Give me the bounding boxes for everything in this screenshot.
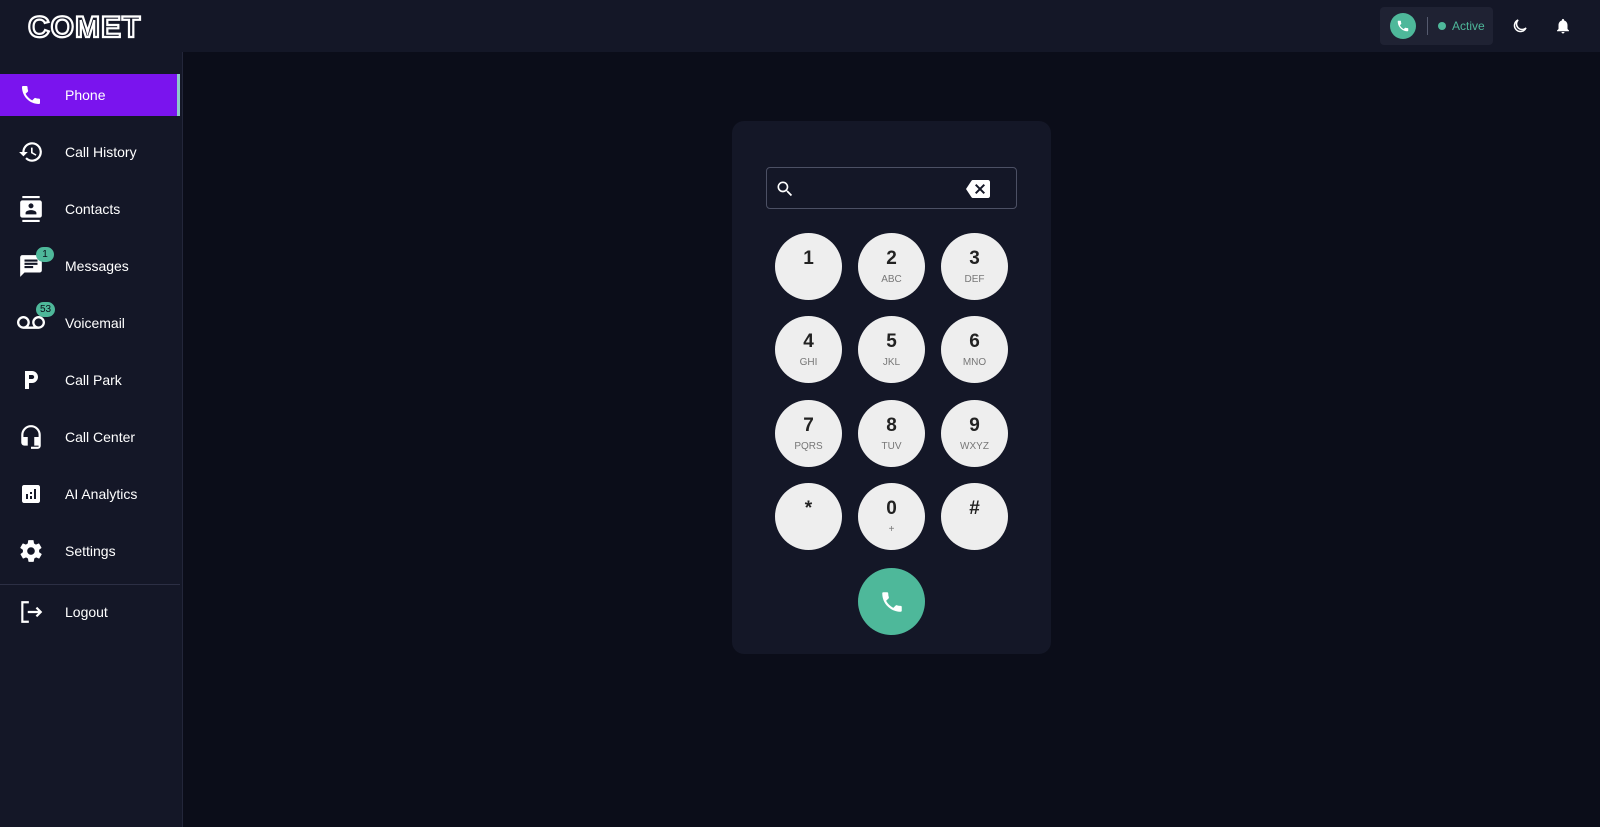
dialpad-key-4[interactable]: 4 GHI [775,316,842,383]
logout-icon [17,598,45,626]
backspace-icon[interactable] [966,179,990,199]
status-dot [1438,22,1446,30]
sidebar-item-settings[interactable]: Settings [0,530,180,572]
sidebar-item-label: Voicemail [65,315,125,331]
status-text: Active [1452,19,1485,33]
dialpad-key-7[interactable]: 7 PQRS [775,400,842,467]
sidebar-item-messages[interactable]: 1 Messages [0,245,180,287]
sidebar-item-phone[interactable]: Phone [0,74,180,116]
sidebar-item-label: Call Park [65,372,122,388]
moon-icon[interactable] [1508,14,1532,38]
dialpad-key-star[interactable]: * [775,483,842,550]
dialpad-key-6[interactable]: 6 MNO [941,316,1008,383]
dialpad-key-9[interactable]: 9 WXYZ [941,400,1008,467]
sidebar-divider [0,584,180,585]
sidebar-item-label: Call Center [65,429,136,445]
sidebar-item-label: Phone [65,87,106,103]
dialpad-key-8[interactable]: 8 TUV [858,400,925,467]
call-button[interactable] [858,568,925,635]
sidebar-item-voicemail[interactable]: 53 Voicemail [0,302,180,344]
dialpad-key-1[interactable]: 1 [775,233,842,300]
sidebar-item-label: Settings [65,543,116,559]
history-icon [17,138,45,166]
dial-input-box [766,167,1017,209]
voicemail-badge: 53 [36,302,56,317]
parking-icon [17,366,45,394]
sidebar-item-call-center[interactable]: Call Center [0,416,180,458]
sidebar-item-call-park[interactable]: Call Park [0,359,180,401]
sidebar-item-label: Call History [65,144,137,160]
search-icon [777,181,793,197]
dialpad-key-5[interactable]: 5 JKL [858,316,925,383]
dialpad-key-3[interactable]: 3 DEF [941,233,1008,300]
svg-text:COMET: COMET [28,11,141,42]
dialpad-key-hash[interactable]: # [941,483,1008,550]
sidebar-item-logout[interactable]: Logout [0,591,180,633]
dialpad-key-0[interactable]: 0 + [858,483,925,550]
analytics-icon [17,480,45,508]
dial-number-input[interactable] [799,176,959,200]
headset-icon [17,423,45,451]
sidebar-item-label: Logout [65,604,108,620]
messages-badge: 1 [36,247,54,262]
top-bar: COMET Active [0,0,1600,52]
dialpad-key-2[interactable]: 2 ABC [858,233,925,300]
sidebar-item-call-history[interactable]: Call History [0,131,180,173]
phone-icon [881,591,902,612]
sidebar-item-label: Contacts [65,201,121,217]
status-separator [1427,17,1428,35]
sidebar-item-label: AI Analytics [65,486,138,502]
bell-icon[interactable] [1551,14,1575,38]
sidebar: Phone Call History Contacts 1 Messages 5… [0,52,183,827]
phone-icon [1390,13,1416,39]
sidebar-item-label: Messages [65,258,129,274]
contacts-icon [17,195,45,223]
gear-icon [17,537,45,565]
sidebar-item-contacts[interactable]: Contacts [0,188,180,230]
dialer-panel: 1 2 ABC 3 DEF 4 GHI 5 JKL 6 MNO 7 PQRS 8… [732,121,1051,654]
comet-logo: COMET [28,10,141,42]
status-indicator[interactable]: Active [1380,7,1493,45]
phone-icon [17,81,45,109]
sidebar-item-ai-analytics[interactable]: AI Analytics [0,473,180,515]
